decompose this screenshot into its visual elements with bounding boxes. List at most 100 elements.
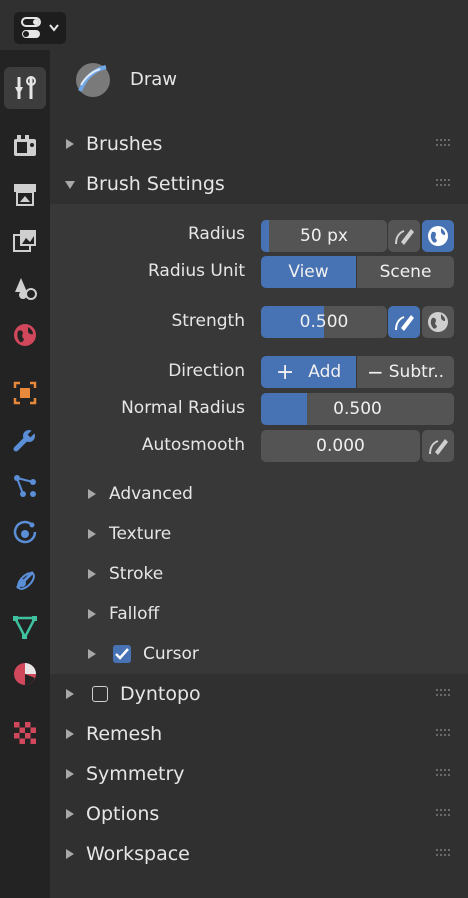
panel-remesh[interactable]: Remesh bbox=[50, 714, 468, 754]
chevron-right-icon bbox=[66, 139, 74, 149]
dyntopo-checkbox[interactable] bbox=[92, 686, 108, 702]
panel-symmetry[interactable]: Symmetry bbox=[50, 754, 468, 794]
subpanel-title: Falloff bbox=[109, 604, 160, 624]
strength-pressure-button[interactable] bbox=[388, 306, 420, 338]
panel-title: Dyntopo bbox=[120, 683, 201, 705]
drag-handle-icon[interactable] bbox=[436, 849, 454, 859]
tool-properties-panel: Draw Brushes Brush Settings Radius 50 px bbox=[50, 50, 468, 898]
panel-brush-settings[interactable]: Brush Settings bbox=[50, 164, 468, 204]
tool-icon bbox=[15, 76, 36, 99]
editor-type-button[interactable] bbox=[14, 12, 66, 44]
strength-field[interactable]: 0.500 bbox=[261, 306, 387, 338]
wrench-icon bbox=[13, 427, 38, 452]
subpanel-stroke[interactable]: Stroke bbox=[50, 554, 468, 594]
tab-view-layer[interactable] bbox=[4, 220, 46, 262]
tab-scene[interactable] bbox=[4, 267, 46, 309]
tab-world[interactable] bbox=[4, 314, 46, 356]
radius-scene-unit-button[interactable] bbox=[422, 220, 454, 252]
chevron-right-icon bbox=[88, 489, 96, 499]
chevron-right-icon bbox=[66, 729, 74, 739]
tab-output[interactable] bbox=[4, 173, 46, 215]
properties-header bbox=[0, 0, 468, 50]
editor-type-icon bbox=[21, 17, 59, 38]
tab-tool[interactable] bbox=[4, 67, 46, 109]
panel-options[interactable]: Options bbox=[50, 794, 468, 834]
material-icon bbox=[14, 663, 36, 685]
pen-pressure-icon bbox=[395, 315, 414, 331]
tab-render[interactable] bbox=[4, 125, 46, 167]
panel-title: Workspace bbox=[86, 843, 190, 865]
radius-label: Radius bbox=[187, 224, 245, 244]
chevron-right-icon bbox=[66, 849, 74, 859]
drag-handle-icon[interactable] bbox=[436, 689, 454, 699]
subpanel-title: Cursor bbox=[143, 644, 199, 664]
subpanel-falloff[interactable]: Falloff bbox=[50, 594, 468, 634]
strength-unified-button[interactable] bbox=[422, 306, 454, 338]
strength-label: Strength bbox=[171, 311, 245, 331]
panel-title: Brush Settings bbox=[86, 173, 225, 195]
tab-physics[interactable] bbox=[4, 512, 46, 554]
radius-value: 50 px bbox=[300, 226, 348, 246]
property-tabs bbox=[0, 50, 50, 898]
panel-title: Brushes bbox=[86, 133, 163, 155]
subpanel-cursor[interactable]: Cursor bbox=[50, 634, 468, 674]
radius-unit-label: Radius Unit bbox=[147, 261, 245, 281]
panel-title: Remesh bbox=[86, 723, 163, 745]
cursor-checkbox[interactable] bbox=[113, 645, 131, 663]
particles-icon bbox=[14, 475, 36, 497]
world-icon bbox=[14, 324, 36, 346]
radius-unit-scene-button[interactable]: Scene bbox=[357, 256, 454, 288]
tab-texture[interactable] bbox=[4, 712, 46, 754]
chevron-right-icon bbox=[88, 569, 96, 579]
drag-handle-icon[interactable] bbox=[436, 809, 454, 819]
active-brush-header: Draw bbox=[50, 50, 468, 120]
chevron-right-icon bbox=[88, 609, 96, 619]
chevron-down-icon bbox=[65, 181, 75, 189]
radius-field[interactable]: 50 px bbox=[261, 220, 387, 252]
panel-dyntopo[interactable]: Dyntopo bbox=[50, 674, 468, 714]
chevron-right-icon bbox=[88, 529, 96, 539]
subpanel-advanced[interactable]: Advanced bbox=[50, 474, 468, 514]
brush-settings-body: Radius 50 px Radius Unit View Scene Stre… bbox=[50, 204, 468, 674]
output-icon bbox=[14, 184, 36, 206]
drag-handle-icon[interactable] bbox=[436, 179, 454, 189]
brush-name: Draw bbox=[130, 69, 178, 90]
autosmooth-pressure-button[interactable] bbox=[422, 430, 454, 462]
tab-object[interactable] bbox=[4, 372, 46, 414]
minus-icon: − bbox=[366, 360, 384, 384]
drag-handle-icon[interactable] bbox=[436, 139, 454, 149]
tab-data[interactable] bbox=[4, 606, 46, 648]
scene-icon bbox=[15, 278, 37, 300]
drag-handle-icon[interactable] bbox=[436, 729, 454, 739]
mesh-data-icon bbox=[12, 616, 38, 640]
normal-radius-field[interactable]: 0.500 bbox=[261, 393, 454, 425]
checkmark-icon bbox=[115, 648, 129, 660]
subpanel-texture[interactable]: Texture bbox=[50, 514, 468, 554]
direction-label: Direction bbox=[168, 361, 245, 381]
radius-unit-view-button[interactable]: View bbox=[261, 256, 356, 288]
tab-constraints[interactable] bbox=[4, 559, 46, 601]
object-icon bbox=[13, 381, 37, 405]
world-icon bbox=[428, 226, 448, 246]
normal-radius-label: Normal Radius bbox=[121, 398, 245, 418]
world-icon bbox=[428, 312, 448, 332]
brush-preview[interactable] bbox=[74, 61, 112, 99]
autosmooth-field[interactable]: 0.000 bbox=[261, 430, 420, 462]
constraints-icon bbox=[15, 570, 35, 590]
radius-pressure-button[interactable] bbox=[388, 220, 420, 252]
tab-material[interactable] bbox=[4, 653, 46, 695]
physics-icon bbox=[13, 520, 37, 544]
panel-title: Symmetry bbox=[86, 763, 185, 785]
direction-add-button[interactable]: + Add bbox=[261, 356, 356, 388]
direction-subtract-label: Subtr.. bbox=[388, 362, 445, 382]
panel-workspace[interactable]: Workspace bbox=[50, 834, 468, 874]
normal-radius-value: 0.500 bbox=[333, 399, 382, 419]
view-layer-icon bbox=[13, 230, 36, 252]
panel-brushes[interactable]: Brushes bbox=[50, 124, 468, 164]
drag-handle-icon[interactable] bbox=[436, 769, 454, 779]
panel-title: Options bbox=[86, 803, 160, 825]
tab-particles[interactable] bbox=[4, 465, 46, 507]
direction-subtract-button[interactable]: − Subtr.. bbox=[357, 356, 454, 388]
texture-checker-icon bbox=[14, 722, 36, 744]
tab-modifiers[interactable] bbox=[4, 419, 46, 461]
